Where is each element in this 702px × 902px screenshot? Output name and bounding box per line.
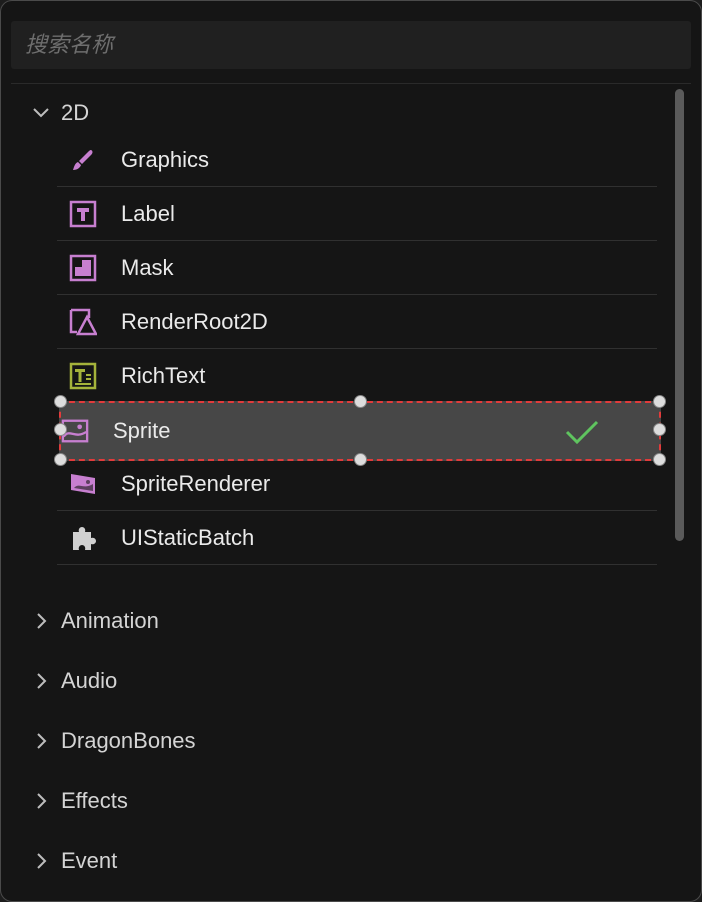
scrollbar-thumb[interactable] — [675, 89, 684, 541]
list-item-mask[interactable]: Mask — [57, 241, 657, 295]
puzzle-icon — [69, 524, 97, 552]
search-input[interactable] — [11, 21, 691, 69]
group-label: Event — [61, 848, 118, 873]
chevron-right-icon — [31, 791, 51, 811]
item-label: SpriteRenderer — [121, 470, 271, 496]
group-header-animation[interactable]: Animation — [31, 601, 159, 641]
item-label: Sprite — [113, 418, 171, 443]
search-box — [11, 21, 691, 69]
list-item-label[interactable]: Label — [57, 187, 657, 241]
group-label: DragonBones — [61, 728, 196, 753]
item-label: Mask — [121, 254, 174, 280]
resize-handle-top-left[interactable] — [54, 395, 67, 408]
list-item-sprite[interactable]: Sprite — [59, 401, 661, 461]
resize-handle-right[interactable] — [653, 423, 666, 436]
group-header-2d[interactable]: 2D — [31, 93, 89, 133]
chevron-right-icon — [31, 851, 51, 871]
group-header-event[interactable]: Event — [31, 841, 117, 881]
mask-icon — [69, 254, 97, 282]
list-item-spriterenderer[interactable]: SpriteRenderer — [57, 457, 657, 511]
item-label: UIStaticBatch — [121, 524, 255, 550]
list-item-uistaticbatch[interactable]: UIStaticBatch — [57, 511, 657, 565]
check-icon — [565, 419, 599, 445]
group-label: Effects — [61, 788, 128, 813]
resize-handle-top[interactable] — [354, 395, 367, 408]
chevron-right-icon — [31, 731, 51, 751]
rich-text-icon — [69, 362, 97, 390]
group-label: Audio — [61, 668, 118, 693]
resize-handle-top-right[interactable] — [653, 395, 666, 408]
text-t-icon — [69, 200, 97, 228]
list-item-graphics[interactable]: Graphics — [57, 133, 657, 187]
group-header-effects[interactable]: Effects — [31, 781, 128, 821]
chevron-right-icon — [31, 671, 51, 691]
chevron-right-icon — [31, 611, 51, 631]
divider — [11, 83, 691, 84]
component-picker-panel: 2D Graphics Label Mask — [0, 0, 702, 902]
group-header-audio[interactable]: Audio — [31, 661, 117, 701]
group-label: Animation — [61, 608, 159, 633]
group-header-dragonbones[interactable]: DragonBones — [31, 721, 196, 761]
list-item-renderroot2d[interactable]: RenderRoot2D — [57, 295, 657, 349]
render-root-icon — [69, 308, 97, 336]
sprite-renderer-icon — [69, 470, 97, 498]
item-label: Graphics — [121, 146, 210, 172]
item-label: RenderRoot2D — [121, 308, 268, 334]
item-label: RichText — [121, 362, 206, 388]
resize-handle-left[interactable] — [54, 423, 67, 436]
item-label: Label — [121, 200, 175, 226]
group-label: 2D — [61, 100, 90, 125]
chevron-down-icon — [31, 103, 51, 123]
brush-icon — [69, 146, 97, 174]
